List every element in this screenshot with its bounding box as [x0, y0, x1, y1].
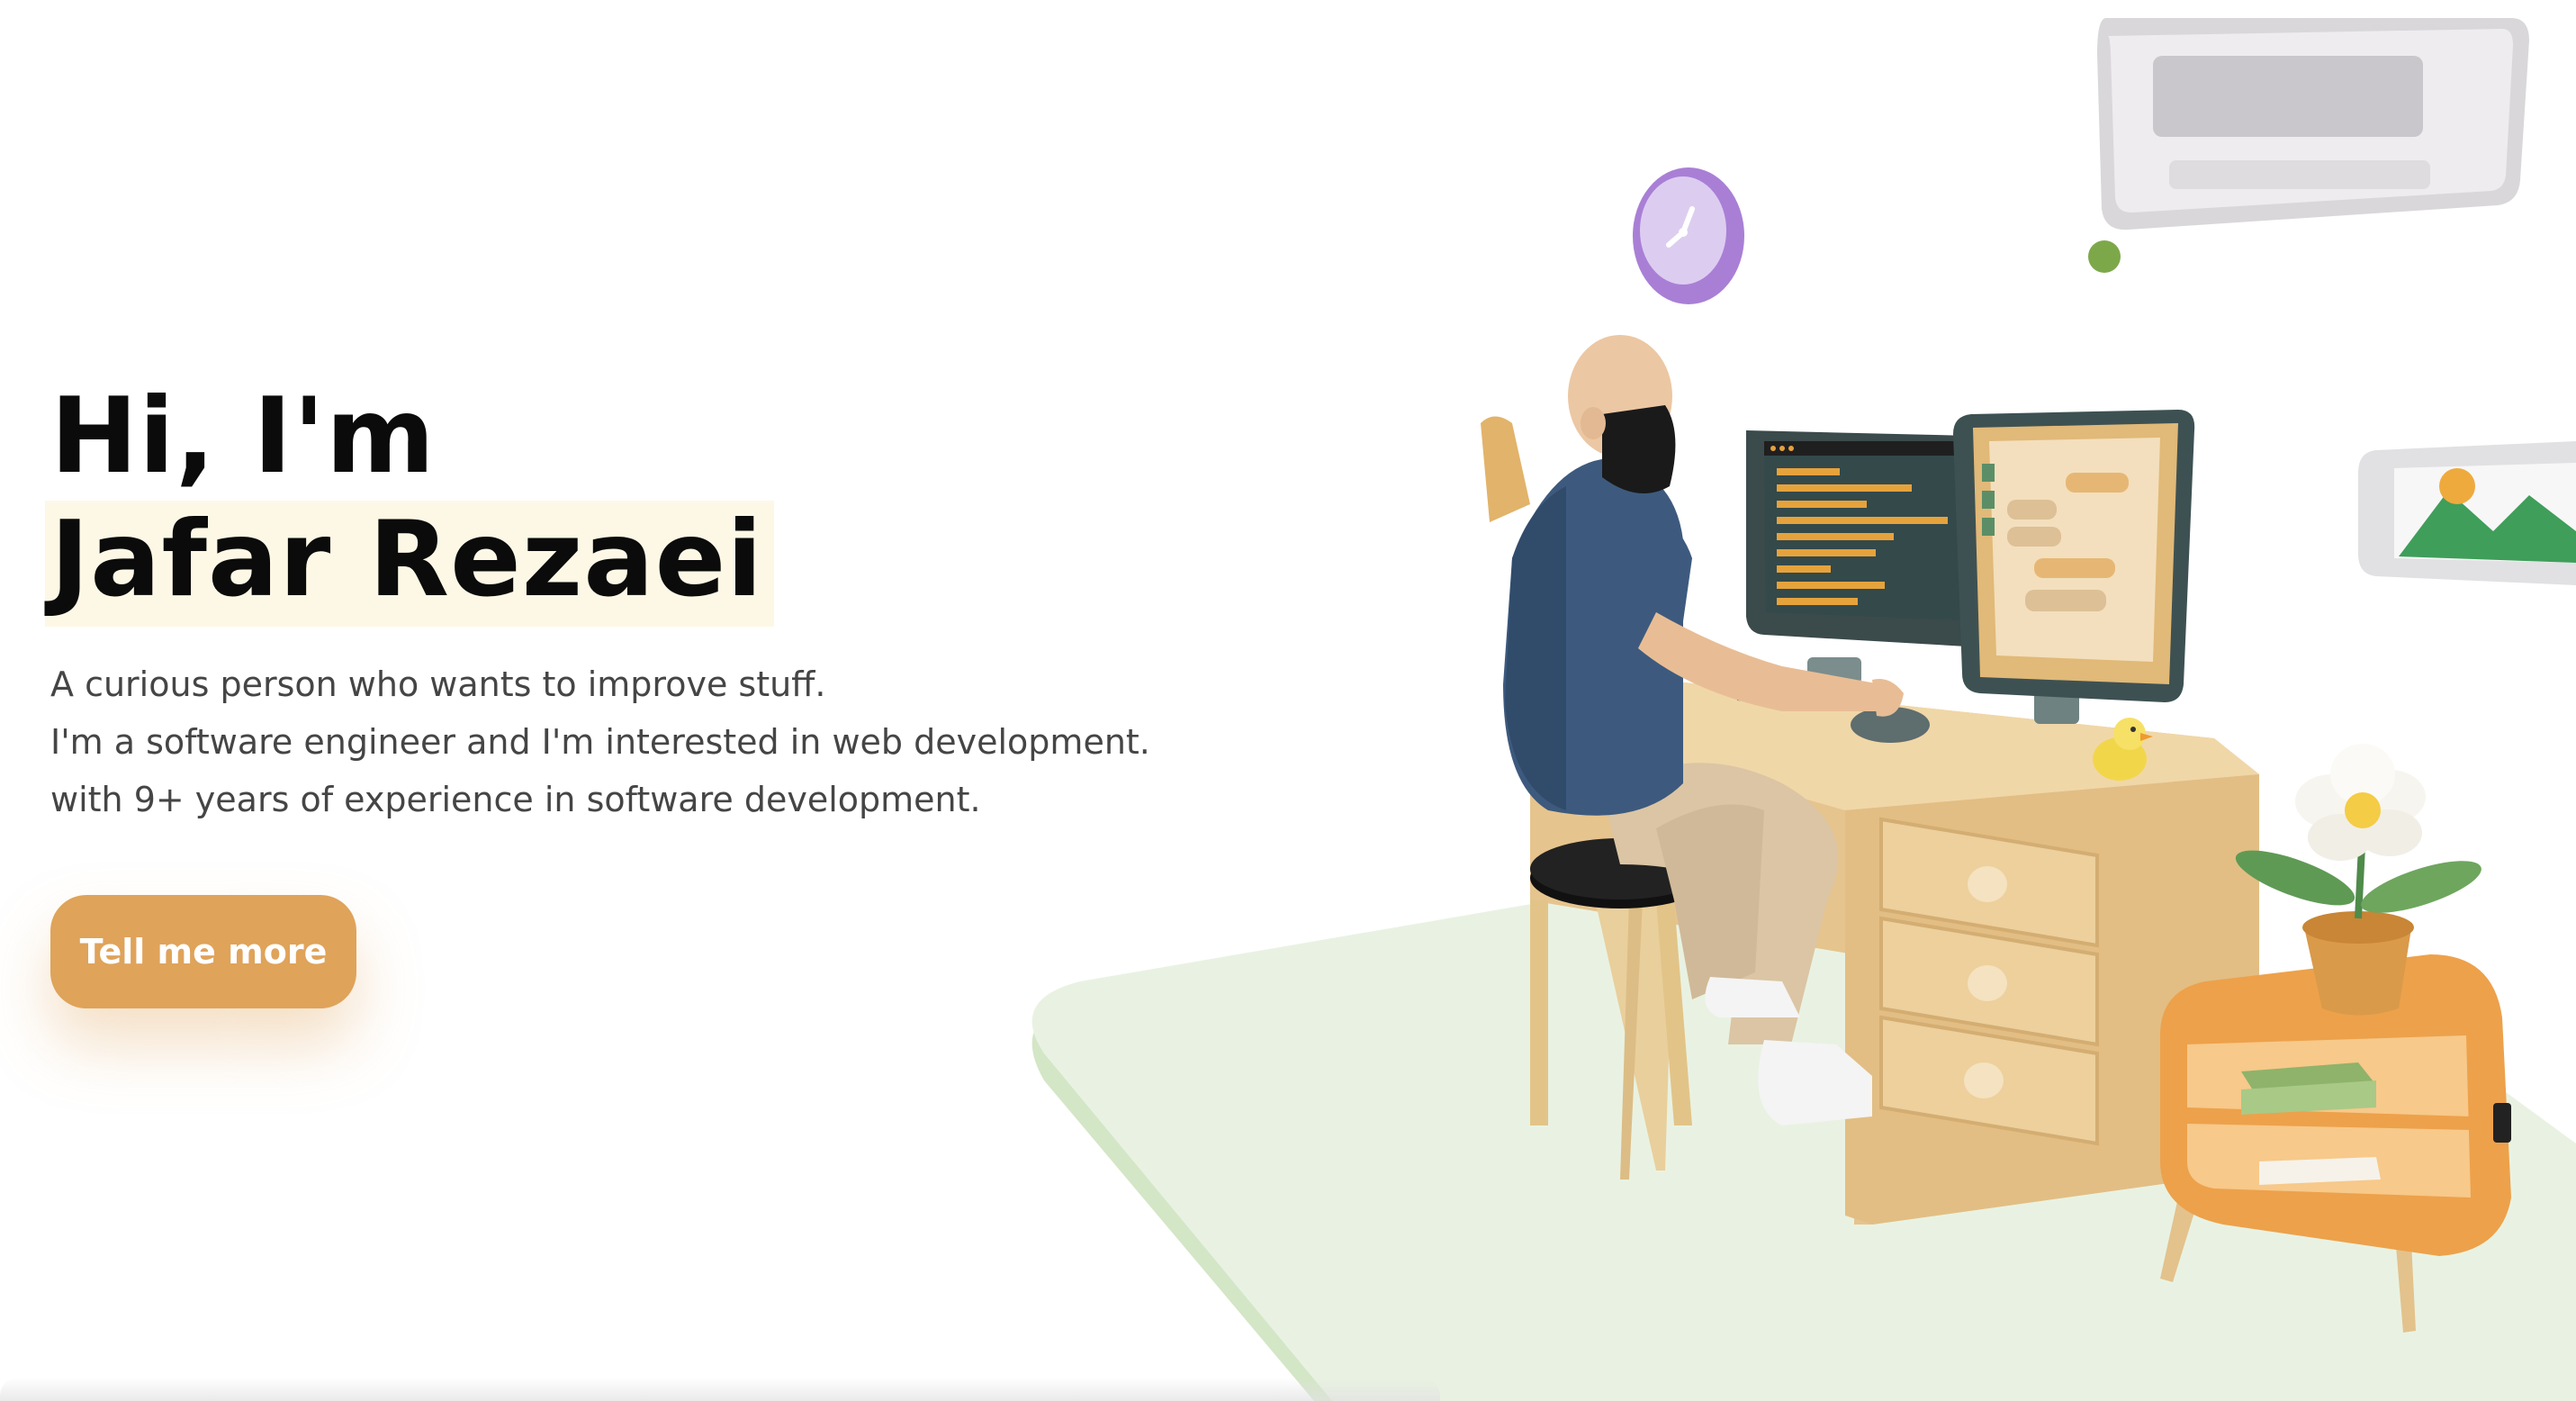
bottom-edge	[0, 1378, 1440, 1401]
chat-monitor	[1953, 410, 2195, 724]
name-highlight: Jafar Rezaei	[45, 501, 774, 627]
name-heading: Jafar Rezaei	[50, 499, 763, 620]
air-conditioner-icon	[2088, 18, 2529, 273]
tell-me-more-button[interactable]: Tell me more	[50, 895, 356, 1008]
chair-back	[1481, 416, 1530, 522]
image-icon	[2358, 441, 2576, 585]
clock-icon	[1633, 167, 1744, 304]
workspace-illustration	[1031, 18, 2576, 1401]
